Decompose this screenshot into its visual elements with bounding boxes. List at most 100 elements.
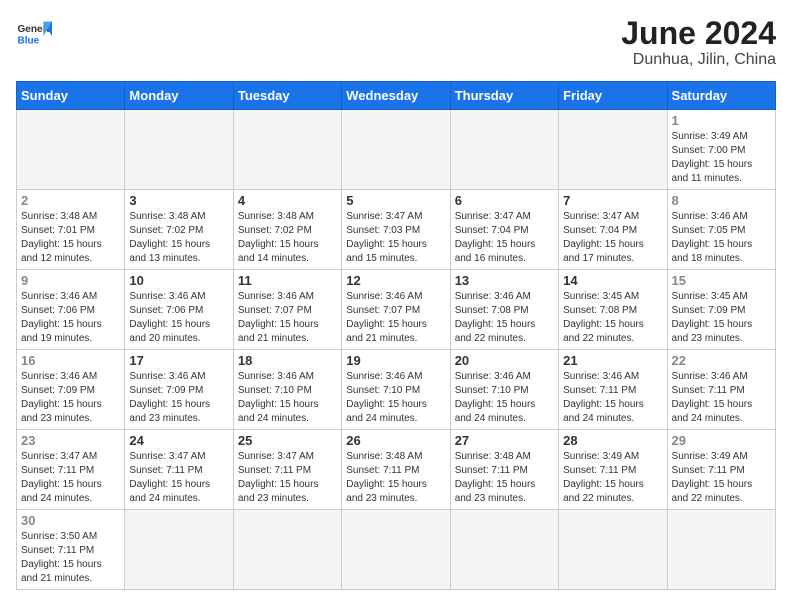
table-row: 9Sunrise: 3:46 AM Sunset: 7:06 PM Daylig…: [17, 270, 125, 350]
day-info: Sunrise: 3:46 AM Sunset: 7:07 PM Dayligh…: [346, 290, 445, 346]
table-row: 20Sunrise: 3:46 AM Sunset: 7:10 PM Dayli…: [450, 350, 558, 430]
day-number: 29: [672, 433, 771, 448]
table-row: 2 Sunrise: 3:48 AM Sunset: 7:01 PM Daylig…: [17, 190, 125, 270]
day-info: Sunrise: 3:48 AM Sunset: 7:02 PM Dayligh…: [129, 210, 228, 266]
table-row: 25Sunrise: 3:47 AM Sunset: 7:11 PM Dayli…: [233, 430, 341, 510]
day-info: Sunrise: 3:47 AM Sunset: 7:03 PM Dayligh…: [346, 210, 445, 266]
day-number: 13: [455, 273, 554, 288]
day-number: 2: [21, 193, 120, 208]
day-number: 19: [346, 353, 445, 368]
logo-icon: General Blue: [16, 16, 52, 52]
day-info: Sunrise: 3:48 AM Sunset: 7:11 PM Dayligh…: [346, 450, 445, 506]
day-number: 12: [346, 273, 445, 288]
table-row: 10 Sunrise: 3:46 AM Sunset: 7:06 PM Dayli…: [125, 270, 233, 350]
page-header: General Blue June 2024 Dunhua, Jilin, Ch…: [16, 16, 776, 69]
header-monday: Monday: [125, 82, 233, 110]
day-number: 21: [563, 353, 662, 368]
table-row: 7 Sunrise: 3:47 AM Sunset: 7:04 PM Daylig…: [559, 190, 667, 270]
calendar-week-row: 16 Sunrise: 3:46 AM Sunset: 7:09 PM Dayli…: [17, 350, 776, 430]
day-info: Sunrise: 3:45 AM Sunset: 7:09 PM Dayligh…: [672, 290, 771, 346]
table-row: 13 Sunrise: 3:46 AM Sunset: 7:08 PM Dayli…: [450, 270, 558, 350]
table-row: [125, 110, 233, 190]
header-friday: Friday: [559, 82, 667, 110]
weekday-header-row: Sunday Monday Tuesday Wednesday Thursday…: [17, 82, 776, 110]
header-wednesday: Wednesday: [342, 82, 450, 110]
day-number: 16: [21, 353, 120, 368]
table-row: 3 Sunrise: 3:48 AM Sunset: 7:02 PM Daylig…: [125, 190, 233, 270]
day-info: Sunrise: 3:46 AM Sunset: 7:10 PM Dayligh…: [346, 370, 445, 426]
table-row: 6 Sunrise: 3:47 AM Sunset: 7:04 PM Daylig…: [450, 190, 558, 270]
day-info: Sunrise: 3:48 AM Sunset: 7:02 PM Dayligh…: [238, 210, 337, 266]
table-row: 23 Sunrise: 3:47 AM Sunset: 7:11 PM Dayli…: [17, 430, 125, 510]
day-number: 17: [129, 353, 228, 368]
table-row: [450, 510, 558, 590]
day-number: 28: [563, 433, 662, 448]
day-info: Sunrise: 3:49 AM Sunset: 7:00 PM Dayligh…: [672, 130, 771, 186]
table-row: 12 Sunrise: 3:46 AM Sunset: 7:07 PM Dayli…: [342, 270, 450, 350]
day-number: 6: [455, 193, 554, 208]
day-number: 18: [238, 353, 337, 368]
day-number: 30: [21, 513, 120, 528]
day-number: 14: [563, 273, 662, 288]
day-info: Sunrise: 3:48 AM Sunset: 7:01 PM Dayligh…: [21, 210, 120, 266]
header-tuesday: Tuesday: [233, 82, 341, 110]
day-info: Sunrise: 3:47 AM Sunset: 7:04 PM Dayligh…: [563, 210, 662, 266]
day-info: Sunrise: 3:45 AM Sunset: 7:08 PM Dayligh…: [563, 290, 662, 346]
day-number: 15: [672, 273, 771, 288]
day-number: 22: [672, 353, 771, 368]
day-info: Sunrise: 3:46 AM Sunset: 7:11 PM Dayligh…: [563, 370, 662, 426]
day-info: Sunrise: 3:46 AM Sunset: 7:05 PM Dayligh…: [672, 210, 771, 266]
day-number: 10: [129, 273, 228, 288]
table-row: 5Sunrise: 3:47 AM Sunset: 7:03 PM Daylig…: [342, 190, 450, 270]
day-info: Sunrise: 3:47 AM Sunset: 7:11 PM Dayligh…: [129, 450, 228, 506]
calendar-week-row: 23 Sunrise: 3:47 AM Sunset: 7:11 PM Dayli…: [17, 430, 776, 510]
day-info: Sunrise: 3:49 AM Sunset: 7:11 PM Dayligh…: [672, 450, 771, 506]
table-row: [125, 510, 233, 590]
day-info: Sunrise: 3:46 AM Sunset: 7:06 PM Dayligh…: [129, 290, 228, 346]
table-row: 24 Sunrise: 3:47 AM Sunset: 7:11 PM Dayli…: [125, 430, 233, 510]
day-info: Sunrise: 3:46 AM Sunset: 7:09 PM Dayligh…: [129, 370, 228, 426]
header-thursday: Thursday: [450, 82, 558, 110]
day-info: Sunrise: 3:46 AM Sunset: 7:06 PM Dayligh…: [21, 290, 120, 346]
table-row: 19 Sunrise: 3:46 AM Sunset: 7:10 PM Dayli…: [342, 350, 450, 430]
table-row: [342, 510, 450, 590]
table-row: 14 Sunrise: 3:45 AM Sunset: 7:08 PM Dayli…: [559, 270, 667, 350]
table-row: [667, 510, 775, 590]
table-row: [450, 110, 558, 190]
day-info: Sunrise: 3:49 AM Sunset: 7:11 PM Dayligh…: [563, 450, 662, 506]
day-info: Sunrise: 3:47 AM Sunset: 7:04 PM Dayligh…: [455, 210, 554, 266]
table-row: [233, 510, 341, 590]
table-row: 4Sunrise: 3:48 AM Sunset: 7:02 PM Daylig…: [233, 190, 341, 270]
table-row: 28 Sunrise: 3:49 AM Sunset: 7:11 PM Dayli…: [559, 430, 667, 510]
day-info: Sunrise: 3:46 AM Sunset: 7:07 PM Dayligh…: [238, 290, 337, 346]
day-number: 26: [346, 433, 445, 448]
table-row: 26 Sunrise: 3:48 AM Sunset: 7:11 PM Dayli…: [342, 430, 450, 510]
calendar-week-row: 9Sunrise: 3:46 AM Sunset: 7:06 PM Daylig…: [17, 270, 776, 350]
calendar-week-row: 30 Sunrise: 3:50 AM Sunset: 7:11 PM Dayli…: [17, 510, 776, 590]
day-number: 11: [238, 273, 337, 288]
logo: General Blue: [16, 16, 52, 52]
table-row: 11 Sunrise: 3:46 AM Sunset: 7:07 PM Dayli…: [233, 270, 341, 350]
table-row: 17 Sunrise: 3:46 AM Sunset: 7:09 PM Dayli…: [125, 350, 233, 430]
day-info: Sunrise: 3:46 AM Sunset: 7:09 PM Dayligh…: [21, 370, 120, 426]
calendar-title: June 2024: [621, 16, 776, 51]
table-row: 18Sunrise: 3:46 AM Sunset: 7:10 PM Dayli…: [233, 350, 341, 430]
table-row: 8Sunrise: 3:46 AM Sunset: 7:05 PM Daylig…: [667, 190, 775, 270]
day-number: 24: [129, 433, 228, 448]
svg-text:Blue: Blue: [17, 35, 39, 46]
header-saturday: Saturday: [667, 82, 775, 110]
day-number: 23: [21, 433, 120, 448]
day-info: Sunrise: 3:46 AM Sunset: 7:08 PM Dayligh…: [455, 290, 554, 346]
day-info: Sunrise: 3:50 AM Sunset: 7:11 PM Dayligh…: [21, 530, 120, 586]
day-number: 20: [455, 353, 554, 368]
table-row: 30 Sunrise: 3:50 AM Sunset: 7:11 PM Dayli…: [17, 510, 125, 590]
table-row: 16 Sunrise: 3:46 AM Sunset: 7:09 PM Dayli…: [17, 350, 125, 430]
day-number: 7: [563, 193, 662, 208]
day-number: 3: [129, 193, 228, 208]
calendar-week-row: 2 Sunrise: 3:48 AM Sunset: 7:01 PM Daylig…: [17, 190, 776, 270]
table-row: [559, 510, 667, 590]
table-row: 21 Sunrise: 3:46 AM Sunset: 7:11 PM Dayli…: [559, 350, 667, 430]
day-info: Sunrise: 3:47 AM Sunset: 7:11 PM Dayligh…: [21, 450, 120, 506]
day-number: 27: [455, 433, 554, 448]
day-info: Sunrise: 3:47 AM Sunset: 7:11 PM Dayligh…: [238, 450, 337, 506]
